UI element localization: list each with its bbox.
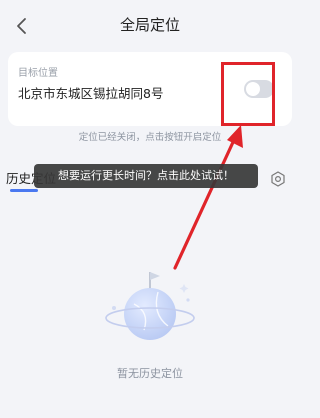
page-title: 全局定位 (119, 16, 180, 34)
annotation-highlight-box (221, 62, 275, 126)
empty-state-illustration (100, 262, 200, 357)
empty-state-text: 暂无历史定位 (117, 367, 183, 380)
history-settings-button[interactable] (270, 171, 286, 187)
location-status-hint: 定位已经关闭，点击按钮开启定位 (78, 132, 222, 143)
tab-underline (10, 189, 38, 192)
target-location-label: 目标位置 (18, 68, 58, 79)
planet-flag-icon (105, 272, 195, 340)
tooltip-run-longer[interactable]: 想要运行更长时间？点击此处试试！ (34, 164, 258, 188)
target-address: 北京市东城区锡拉胡同8号 (18, 86, 164, 101)
header: 全局定位 (0, 0, 300, 52)
gear-icon (271, 171, 285, 187)
